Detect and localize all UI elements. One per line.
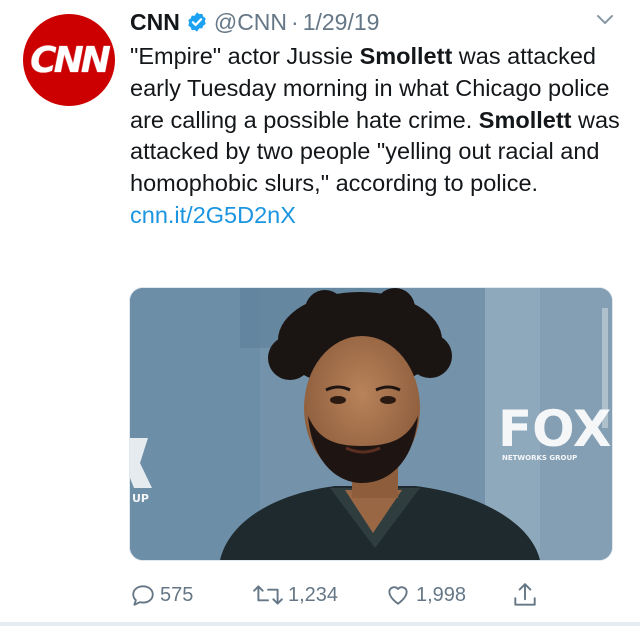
backdrop-subtitle: NETWORKS GROUP xyxy=(502,454,577,462)
share-action[interactable] xyxy=(512,578,542,612)
verified-icon xyxy=(188,12,206,32)
cnn-logo: CNN xyxy=(30,39,111,81)
chevron-down-icon[interactable] xyxy=(596,14,614,26)
tweet-link[interactable]: cnn.it/2G5D2nX xyxy=(130,200,630,232)
backdrop-fragment: UP xyxy=(132,492,149,505)
reply-icon xyxy=(132,585,154,606)
reply-count: 575 xyxy=(160,583,194,606)
like-count: 1,998 xyxy=(416,583,467,606)
highlighted-name: Smollett xyxy=(359,43,453,69)
tweet-text: "Empire" actor Jussie Smollett was attac… xyxy=(130,41,630,232)
author-handle[interactable]: @CNN xyxy=(214,9,287,36)
like-action[interactable]: 1,998 xyxy=(384,578,466,612)
tweet-header: CNN @CNN · 1/29/19 xyxy=(130,6,379,38)
share-icon xyxy=(514,583,536,606)
backdrop-logo: FOX xyxy=(498,400,611,458)
avatar[interactable]: CNN xyxy=(23,14,115,106)
tweet-actions: 575 1,234 1,998 xyxy=(130,578,550,612)
tweet-media-image[interactable]: UP FOX NETWORKS GROUP xyxy=(129,287,613,561)
retweet-count: 1,234 xyxy=(288,583,339,606)
photo-illustration: UP FOX NETWORKS GROUP xyxy=(130,288,612,560)
divider xyxy=(0,622,640,626)
separator-dot: · xyxy=(291,8,299,35)
like-icon xyxy=(388,586,408,605)
tweet-date[interactable]: 1/29/19 xyxy=(303,9,380,36)
retweet-icon xyxy=(253,585,283,605)
tweet-text-part: "Empire" actor Jussie xyxy=(130,43,360,69)
retweet-action[interactable]: 1,234 xyxy=(252,578,338,612)
author-name[interactable]: CNN xyxy=(130,9,180,36)
reply-action[interactable]: 575 xyxy=(130,578,193,612)
highlighted-name: Smollett xyxy=(478,106,572,133)
